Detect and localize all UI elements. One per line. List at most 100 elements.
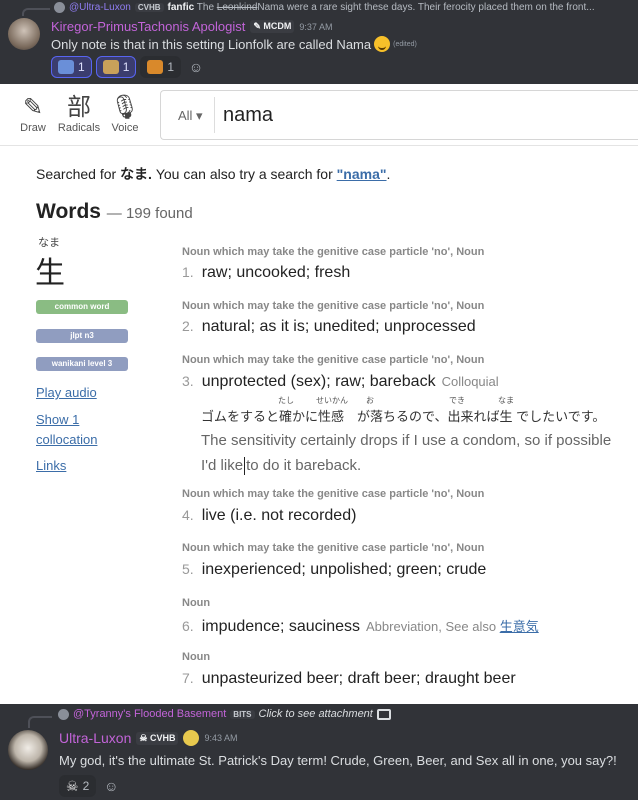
sense-extra: Colloquial: [441, 374, 499, 389]
message-body: Only note is that in this setting Lionfo…: [51, 36, 417, 52]
message-author[interactable]: Ultra-Luxon: [59, 730, 131, 746]
pencil-icon: ✎: [22, 94, 44, 121]
text-cursor: [244, 457, 246, 476]
sense-text: inexperienced; unpolished; green; crude: [201, 561, 487, 578]
sense-2: 2. natural; as it is; unedited; unprocess…: [182, 318, 476, 336]
searched-prefix: Searched for: [36, 166, 121, 182]
reply-avatar[interactable]: [58, 708, 69, 720]
sense-tag: Noun which may take the genitive case pa…: [182, 488, 485, 500]
entry-kanji: 生: [35, 256, 65, 291]
search-input[interactable]: [223, 99, 623, 131]
sense-extra: Abbreviation, See also 生意気: [366, 619, 539, 634]
reaction-count: 1: [167, 60, 175, 74]
reaction-lion[interactable]: 1: [140, 56, 182, 78]
reply-preview[interactable]: @Tyranny's Flooded Basement BITS Click t…: [58, 708, 391, 720]
role-tag-label: CVHB: [149, 732, 176, 743]
radicals-label: Radicals: [57, 122, 101, 134]
role-tag: ✎ MCDM: [250, 20, 295, 33]
search-notice: Searched for なま. You can also try a sear…: [36, 164, 390, 184]
reaction-count: 1: [122, 60, 130, 74]
message-timestamp: 9:43 AM: [204, 733, 238, 743]
search-scope-select[interactable]: All ▾: [178, 108, 203, 124]
reaction-count: 1: [78, 60, 85, 74]
reply-text[interactable]: fanfic The LeonkindNama were a rare sigh…: [168, 2, 595, 13]
grin-emoji-icon: [374, 36, 391, 52]
sense-tag: Noun: [182, 597, 211, 609]
reaction-wizard[interactable]: 1: [51, 56, 92, 78]
searched-term: なま.: [120, 166, 152, 182]
reply-text[interactable]: Click to see attachment: [259, 708, 373, 720]
role-tag-label: MCDM: [263, 21, 292, 31]
reply-body: Nama were a rare sight these days. Their…: [257, 2, 595, 13]
sense-tag: Noun which may take the genitive case pa…: [182, 246, 485, 258]
reply-content: @Ultra-Luxon CVHB fanfic The LeonkindNam…: [54, 2, 595, 13]
reaction-scroll[interactable]: 1: [95, 56, 137, 78]
discord-message-top: @Ultra-Luxon CVHB fanfic The LeonkindNam…: [0, 0, 638, 84]
reaction-bar: 1 1 1 ☺: [51, 56, 207, 78]
sense-num: 7.: [182, 670, 194, 686]
sense-5: 5. inexperienced; unpolished; green; crud…: [182, 561, 486, 579]
sense-text: natural; as it is; unedited; unprocessed: [201, 318, 476, 335]
reply-connector: [22, 8, 50, 16]
reply-author[interactable]: @Ultra-Luxon: [69, 2, 131, 13]
image-icon: [376, 708, 391, 720]
sense-text: unprotected (sex); raw; bareback: [201, 373, 436, 390]
sense-3: 3. unprotected (sex); raw; bareback Colloq…: [182, 373, 499, 391]
sense-7: 7. unpasteurized beer; draft beer; draugh…: [182, 670, 516, 688]
edited-label: (edited): [393, 40, 417, 48]
reply-avatar[interactable]: [54, 2, 65, 13]
sense-tag: Noun which may take the genitive case pa…: [182, 300, 485, 312]
reply-preview[interactable]: @Ultra-Luxon CVHB fanfic The LeonkindNam…: [0, 0, 638, 16]
ruby: でき: [449, 396, 465, 405]
draw-tool-button[interactable]: ✎ Draw: [11, 94, 55, 134]
alt-search-link[interactable]: "nama": [337, 166, 387, 182]
voice-tool-button[interactable]: 🎙 Voice: [103, 94, 147, 134]
play-audio-link[interactable]: Play audio: [36, 383, 97, 403]
sense-tag: Noun which may take the genitive case pa…: [182, 542, 485, 554]
example-en-part2: to do it bareback.: [246, 457, 362, 474]
scroll-emoji-icon: [102, 60, 119, 74]
add-reaction-icon[interactable]: ☺: [100, 775, 122, 797]
ruby: たし: [278, 396, 294, 405]
sense-text: raw; uncooked; fresh: [201, 264, 351, 281]
sense-num: 3.: [182, 373, 194, 389]
words-count: — 199 found: [106, 205, 193, 222]
sense-num: 6.: [182, 618, 194, 634]
sense-1: 1. raw; uncooked; fresh: [182, 264, 350, 282]
message-header: Ultra-Luxon ☠ CVHB 9:43 AM: [59, 730, 238, 746]
words-title: Words: [36, 200, 101, 223]
radicals-tool-button[interactable]: 部 Radicals: [57, 94, 101, 134]
reply-connector: [28, 716, 52, 728]
sense-num: 1.: [182, 264, 194, 280]
search-box: All ▾: [160, 90, 638, 140]
see-also-link[interactable]: 生意気: [500, 619, 539, 634]
message-author[interactable]: Kiregor-PrimusTachonis Apologist: [51, 19, 245, 34]
jisho-panel: ✎ Draw 部 Radicals 🎙 Voice All ▾ Searched…: [0, 84, 638, 704]
sense-text: unpasteurized beer; draft beer; draught …: [201, 670, 516, 687]
divider: [214, 97, 215, 133]
avatar[interactable]: [8, 730, 48, 770]
message-text: My god, it's the ultimate St. Patrick's …: [59, 753, 617, 768]
avatar[interactable]: [8, 18, 40, 50]
show-collocation-link[interactable]: Show 1 collocation: [36, 410, 116, 450]
voice-label: Voice: [111, 122, 139, 134]
sense-tag: Noun: [182, 651, 211, 663]
sense-tag: Noun which may take the genitive case pa…: [182, 354, 485, 366]
reaction-count: 2: [82, 779, 90, 793]
example-english: The sensitivity certainly drops if I use…: [201, 428, 621, 478]
sense-text: live (i.e. not recorded): [201, 507, 357, 524]
reaction-skull[interactable]: ☠ 2: [59, 775, 97, 797]
searched-suffix: .: [386, 166, 391, 182]
reply-author-tag: CVHB: [134, 3, 164, 12]
common-word-badge: common word: [36, 300, 128, 314]
links-link[interactable]: Links: [36, 456, 66, 476]
ruby: せいかん: [316, 396, 348, 405]
sense-4: 4. live (i.e. not recorded): [182, 507, 356, 525]
message-header: Kiregor-PrimusTachonis Apologist ✎ MCDM …: [51, 19, 332, 34]
microphone-icon: 🎙: [109, 94, 141, 121]
role-tag: ☠ CVHB: [136, 731, 179, 745]
badge-icon: [183, 730, 200, 746]
add-reaction-icon[interactable]: ☺: [185, 56, 207, 78]
reply-author[interactable]: @Tyranny's Flooded Basement: [73, 708, 226, 720]
sense-num: 2.: [182, 318, 194, 334]
